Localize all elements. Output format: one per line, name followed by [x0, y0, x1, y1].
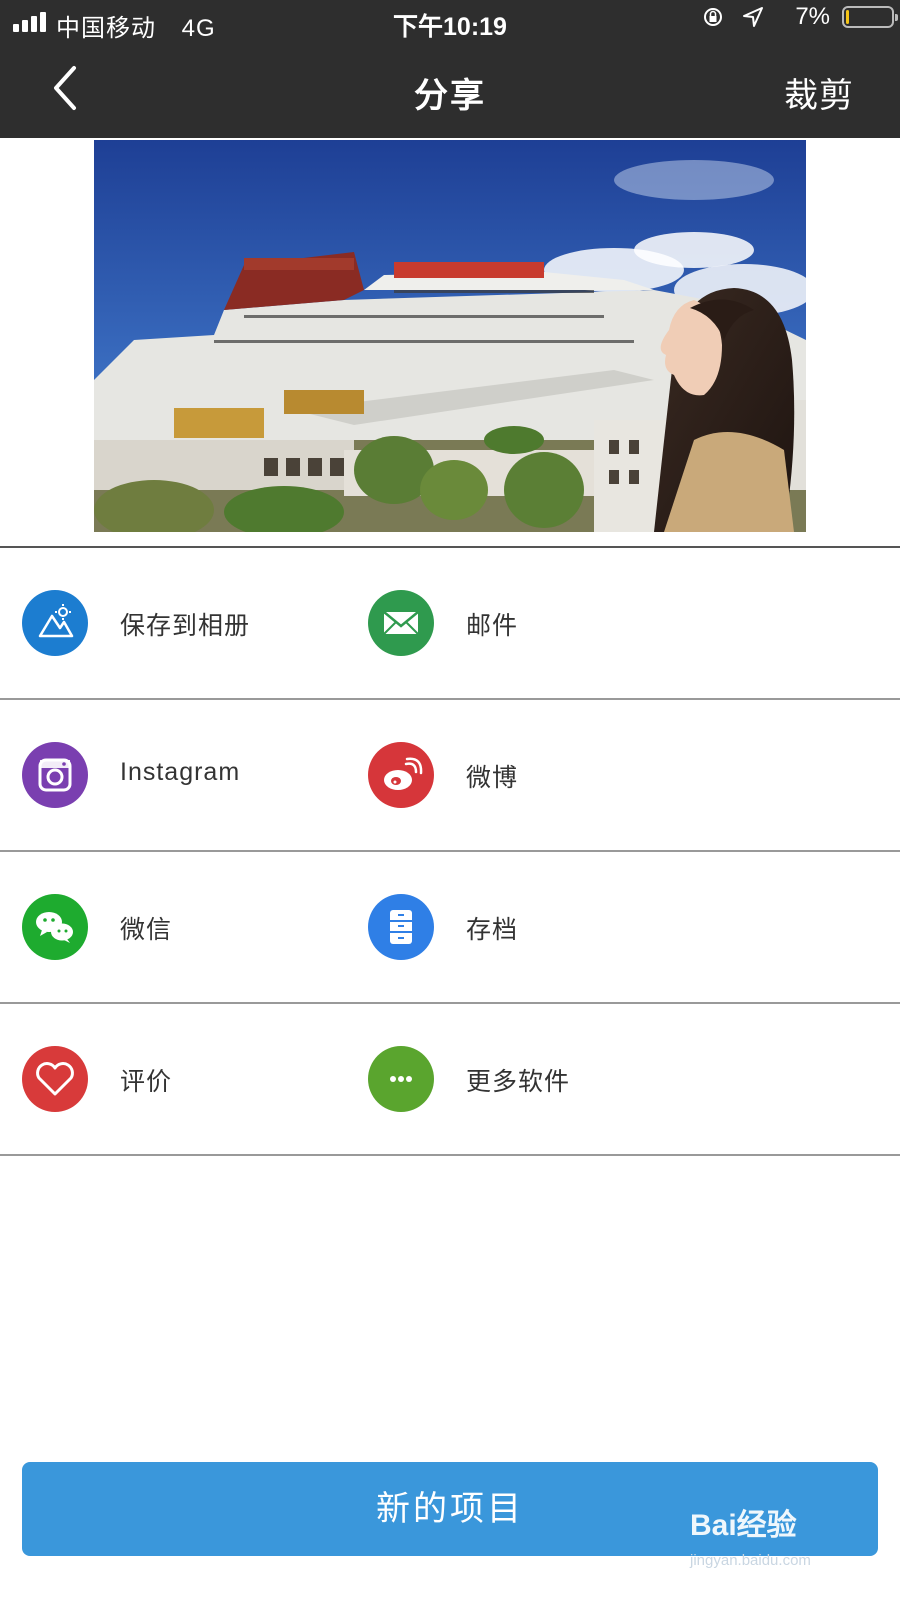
battery-level [846, 10, 849, 24]
crop-button[interactable]: 裁剪 [784, 68, 854, 117]
status-bar: 中国移动 4G 下午10:19 7% [0, 0, 900, 44]
more-apps-option[interactable]: 更多软件 [368, 1004, 708, 1154]
more-apps-label: 更多软件 [466, 1068, 571, 1096]
instagram-icon [22, 742, 88, 808]
navigation-bar: 分享 裁剪 [0, 44, 900, 138]
share-row: Instagram 微博 [0, 700, 900, 852]
edited-photo-preview [94, 140, 806, 532]
photo-preview-area [0, 138, 900, 548]
baidu-watermark: Bai经验 jingyan.baidu.com [690, 1500, 890, 1580]
archive-label: 存档 [466, 916, 519, 944]
album-icon [22, 590, 88, 656]
save-to-album-label: 保存到相册 [120, 612, 251, 640]
more-icon [368, 1046, 434, 1112]
archive-option[interactable]: 存档 [368, 852, 708, 1002]
location-arrow-icon [743, 7, 763, 27]
instagram-option[interactable]: Instagram [22, 700, 362, 850]
heart-icon [22, 1046, 88, 1112]
battery-percent: 7% [795, 3, 830, 30]
share-row: 保存到相册 邮件 [0, 548, 900, 700]
rate-label: 评价 [120, 1068, 173, 1096]
top-bar: 中国移动 4G 下午10:19 7% 分享 裁剪 [0, 0, 900, 138]
mail-option[interactable]: 邮件 [368, 548, 708, 698]
instagram-label: Instagram [120, 758, 241, 786]
archive-icon [368, 894, 434, 960]
save-to-album-option[interactable]: 保存到相册 [22, 548, 362, 698]
weibo-icon [368, 742, 434, 808]
weibo-label: 微博 [466, 764, 519, 792]
wechat-label: 微信 [120, 916, 173, 944]
page-title: 分享 [414, 77, 486, 115]
wechat-icon [22, 894, 88, 960]
rotation-lock-icon [704, 8, 722, 26]
share-row: 评价 更多软件 [0, 1004, 900, 1156]
watermark-brand: Bai经验 [690, 1509, 797, 1542]
weibo-option[interactable]: 微博 [368, 700, 708, 850]
status-time: 下午10:19 [393, 13, 507, 41]
share-options-grid: 保存到相册 邮件 Instagram 微博 微信 存档 评价 更多软件 [0, 548, 900, 1156]
wechat-option[interactable]: 微信 [22, 852, 362, 1002]
watermark-url: jingyan.baidu.com [690, 1552, 811, 1569]
share-row: 微信 存档 [0, 852, 900, 1004]
mail-icon [368, 590, 434, 656]
battery-icon [842, 6, 898, 28]
rate-option[interactable]: 评价 [22, 1004, 362, 1154]
mail-label: 邮件 [466, 612, 519, 640]
